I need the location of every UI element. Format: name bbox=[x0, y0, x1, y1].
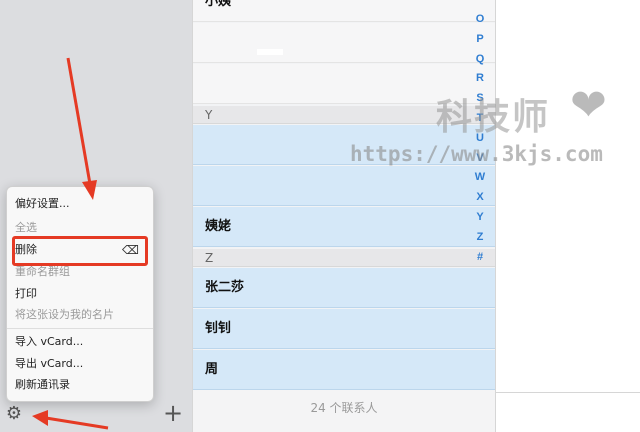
arrow-to-gear bbox=[45, 416, 109, 430]
arrow-head-menu bbox=[82, 180, 97, 200]
arrow-head-gear bbox=[32, 410, 48, 426]
annotation-arrows bbox=[32, 57, 109, 430]
arrow-to-menu bbox=[66, 57, 92, 185]
